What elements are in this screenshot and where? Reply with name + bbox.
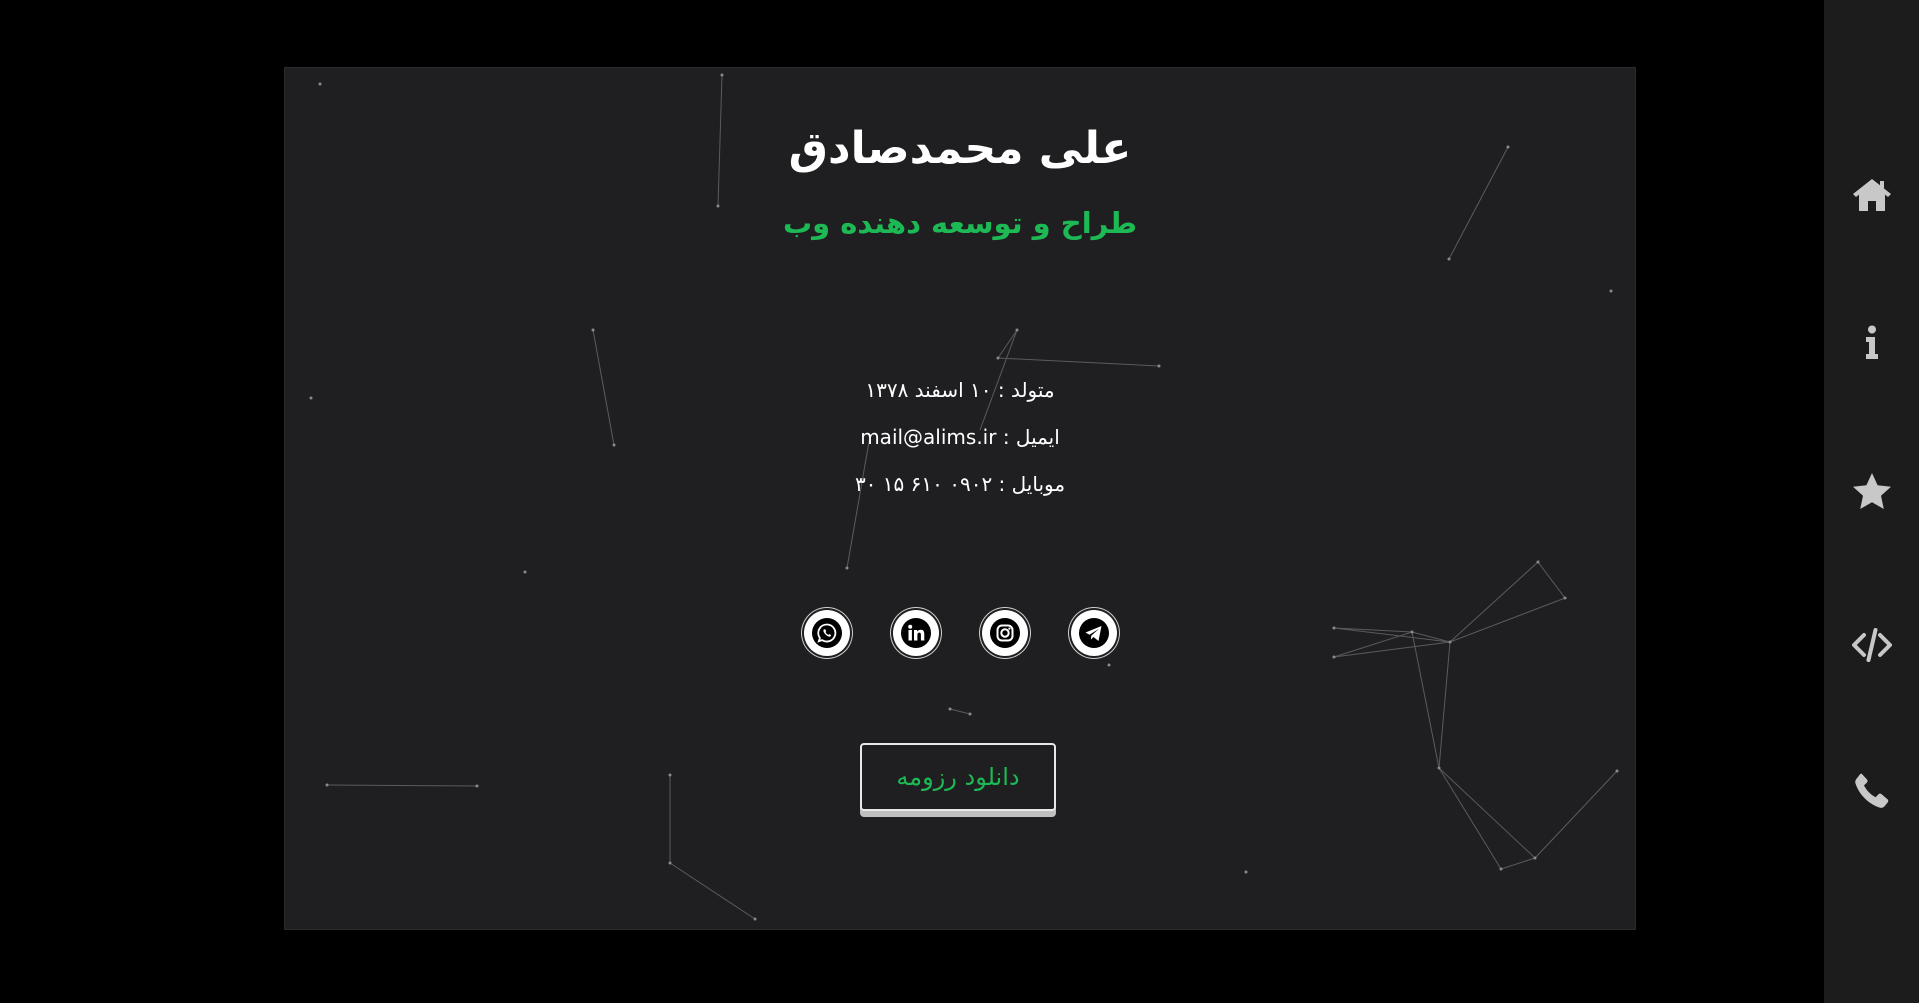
nav-skills[interactable] [1824,462,1919,522]
telegram-link[interactable] [1070,610,1117,656]
download-resume-label: دانلود رزومه [896,763,1020,791]
email-value: mail@alims.ir [860,425,997,449]
email-info: ایمیل : mail@alims.ir [285,425,1635,449]
star-icon [1852,473,1891,509]
sidebar-nav [1824,0,1919,1003]
birth-value: ۱۰ اسفند ۱۳۷۸ [865,378,992,402]
instagram-link[interactable] [981,610,1028,656]
nav-about[interactable] [1824,313,1919,373]
mobile-label: موبایل : [998,472,1066,496]
mobile-value: ۰۹۰۲ ۶۱۰ ۱۵ ۳۰ [854,472,993,496]
info-icon [1865,325,1878,359]
nav-contact[interactable] [1824,761,1919,821]
linkedin-icon [900,618,931,648]
phone-icon [1854,773,1888,808]
telegram-icon [1078,618,1109,648]
whatsapp-icon [811,618,842,648]
code-icon [1851,628,1892,662]
birth-label: متولد : [997,378,1055,402]
profile-content: علی محمدصادق طراح و توسعه دهنده وب متولد… [285,68,1635,929]
profile-title: طراح و توسعه دهنده وب [782,206,1138,240]
email-label: ایمیل : [1002,425,1060,449]
birth-info: متولد : ۱۰ اسفند ۱۳۷۸ [285,378,1635,402]
nav-home[interactable] [1824,165,1919,225]
nav-projects[interactable] [1824,615,1919,675]
instagram-icon [989,618,1020,648]
profile-card: علی محمدصادق طراح و توسعه دهنده وب متولد… [285,68,1635,929]
mobile-info: موبایل : ۰۹۰۲ ۶۱۰ ۱۵ ۳۰ [285,472,1635,496]
linkedin-link[interactable] [892,610,939,656]
home-icon [1852,179,1891,211]
download-resume-button[interactable]: دانلود رزومه [860,743,1056,811]
social-links [285,610,1635,656]
profile-name: علی محمدصادق [788,123,1132,174]
whatsapp-link[interactable] [803,610,850,656]
